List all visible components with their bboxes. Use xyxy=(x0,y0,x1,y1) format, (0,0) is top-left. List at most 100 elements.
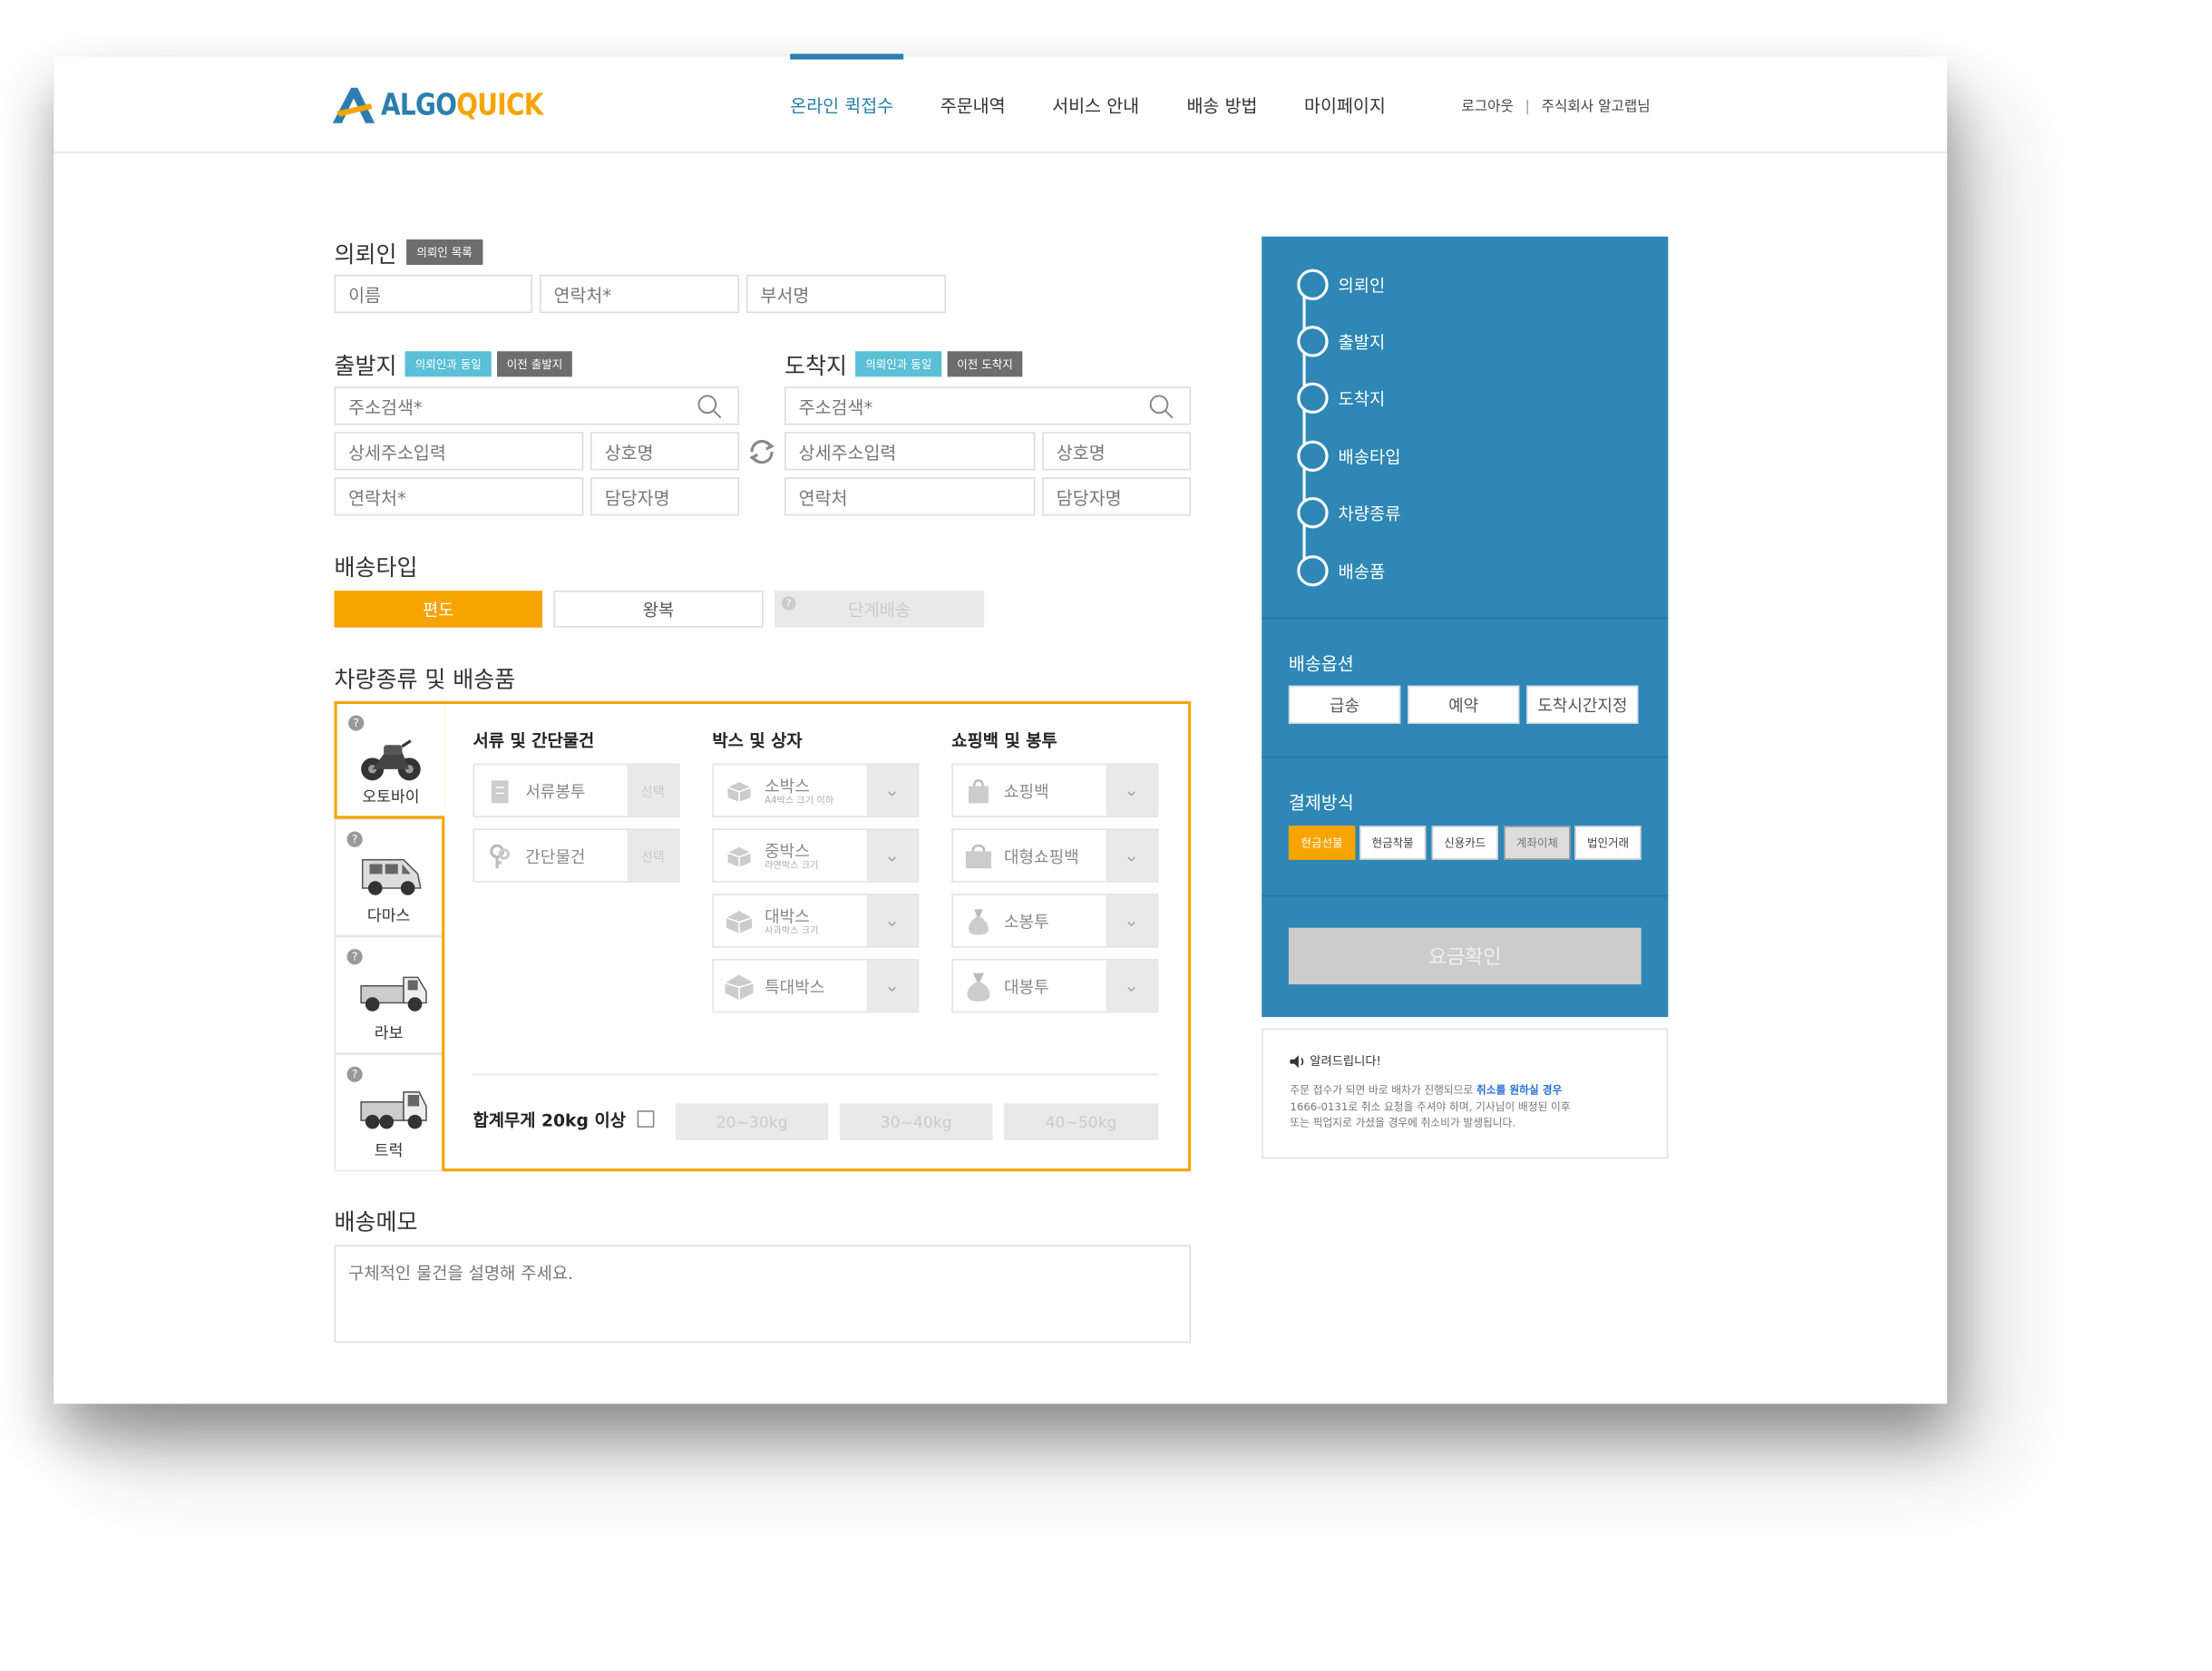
item-document-envelope[interactable]: 서류봉투 선택 xyxy=(473,763,680,817)
item-small-envelope[interactable]: 소봉투 ⌄ xyxy=(951,894,1159,948)
delivery-type-oneway[interactable]: 편도 xyxy=(334,591,543,628)
chevron-down-icon[interactable]: ⌄ xyxy=(866,960,918,1011)
dest-business-name[interactable]: 상호명 xyxy=(1042,432,1192,471)
vehicle-labo[interactable]: ? 라보 xyxy=(334,936,443,1054)
dest-contact-name[interactable]: 담당자명 xyxy=(1042,477,1192,516)
origin-search-icon[interactable] xyxy=(697,394,722,419)
memo-textarea[interactable]: 구체적인 물건을 설명해 주세요. xyxy=(334,1245,1192,1344)
dest-prev-badge[interactable]: 이전 도착지 xyxy=(947,351,1023,377)
delivery-type-multistep[interactable]: ? 단계배송 xyxy=(775,591,985,628)
payment-corporate[interactable]: 법인거래 xyxy=(1574,826,1642,860)
help-icon: ? xyxy=(348,715,365,731)
box-icon xyxy=(727,781,751,802)
divider xyxy=(1262,617,1669,620)
option-reservation[interactable]: 예약 xyxy=(1408,685,1520,724)
fee-check-button[interactable]: 요금확인 xyxy=(1288,927,1642,985)
vehicle-truck[interactable]: ? 트럭 xyxy=(334,1053,443,1172)
notice-line3: 또는 픽업지로 가셨을 경우에 취소비가 발생됩니다. xyxy=(1290,1116,1516,1129)
chevron-down-icon[interactable]: ⌄ xyxy=(1106,765,1157,816)
item-select-button[interactable]: 선택 xyxy=(627,829,678,882)
swap-icon[interactable] xyxy=(746,436,777,467)
notice-line2: 1666-0131로 취소 요청을 주셔야 하며, 기사님이 배정된 이후 xyxy=(1290,1099,1571,1113)
step-circle-icon xyxy=(1297,382,1329,414)
chevron-down-icon[interactable]: ⌄ xyxy=(866,894,918,947)
help-icon: ? xyxy=(346,831,363,847)
item-large-shopping-bag[interactable]: 대형쇼핑백 ⌄ xyxy=(951,828,1159,883)
main-content: 의뢰인 의뢰인 목록 이름 연락처* 부서명 출발지 의뢰인과 동일 이전 출발… xyxy=(54,152,1947,1404)
item-name: 소봉투 xyxy=(1004,912,1049,932)
origin-contact-name[interactable]: 담당자명 xyxy=(590,477,740,516)
dest-phone[interactable]: 연락처 xyxy=(784,477,1036,516)
weight-option-20-30[interactable]: 20~30kg xyxy=(675,1103,829,1140)
nav-online-order[interactable]: 온라인 퀵접수 xyxy=(790,91,893,118)
client-dept-input[interactable]: 부서명 xyxy=(745,274,947,314)
chevron-down-icon[interactable]: ⌄ xyxy=(1106,960,1157,1011)
step-item[interactable]: 배송품 xyxy=(1287,555,1385,587)
chevron-down-icon[interactable]: ⌄ xyxy=(1106,894,1157,947)
item-small-box[interactable]: 소박스 A4박스 크기 이하 ⌄ xyxy=(712,763,920,817)
notice-cancel-link[interactable]: 취소를 원하실 경우 xyxy=(1476,1083,1562,1096)
item-medium-box[interactable]: 중박스 라면박스 크기 ⌄ xyxy=(712,828,920,883)
weight-checkbox[interactable] xyxy=(637,1110,655,1128)
delivery-type-roundtrip[interactable]: 왕복 xyxy=(553,591,764,628)
client-phone-input[interactable]: 연락처* xyxy=(539,274,740,314)
payment-bank-transfer[interactable]: 계좌이체 xyxy=(1504,826,1571,860)
payment-cash-prepaid[interactable]: 현금선불 xyxy=(1288,826,1356,860)
step-vehicle[interactable]: 차량종류 xyxy=(1287,497,1400,529)
chevron-down-icon[interactable]: ⌄ xyxy=(866,829,918,882)
item-select-button[interactable]: 선택 xyxy=(627,765,678,816)
item-shopping-bag[interactable]: 쇼핑백 ⌄ xyxy=(951,763,1159,817)
client-name-input[interactable]: 이름 xyxy=(334,274,533,314)
step-destination[interactable]: 도착지 xyxy=(1287,382,1385,414)
nav-delivery-method[interactable]: 배송 방법 xyxy=(1186,91,1257,118)
multistep-label: 단계배송 xyxy=(848,600,911,621)
item-large-box[interactable]: 대박스 사과박스 크기 ⌄ xyxy=(712,894,920,948)
origin-business-name[interactable]: 상호명 xyxy=(590,432,740,471)
origin-detail-address[interactable]: 상세주소입력 xyxy=(334,432,584,471)
option-arrival-time[interactable]: 도착시간지정 xyxy=(1526,685,1639,724)
origin-same-badge[interactable]: 의뢰인과 동일 xyxy=(404,351,492,377)
vehicle-motorcycle[interactable]: ? 오토바이 xyxy=(334,700,445,819)
origin-heading: 출발지 의뢰인과 동일 이전 출발지 xyxy=(334,347,573,381)
nav-order-history[interactable]: 주문내역 xyxy=(940,91,1006,118)
step-circle-icon xyxy=(1297,497,1329,529)
user-name: 주식회사 알고랩님 xyxy=(1541,99,1651,115)
chevron-down-icon[interactable]: ⌄ xyxy=(866,765,918,816)
sack-icon xyxy=(968,909,989,935)
step-client[interactable]: 의뢰인 xyxy=(1287,269,1385,301)
vehicle-list: ? 오토바이 ? 다마스 ? 라보 ? 트럭 xyxy=(334,700,445,1172)
logo[interactable]: ALGOQUICK xyxy=(331,83,571,128)
logo-text-algo: ALGO xyxy=(381,87,458,122)
item-xl-box[interactable]: 특대박스 ⌄ xyxy=(712,959,920,1013)
client-list-badge[interactable]: 의뢰인 목록 xyxy=(406,239,482,265)
item-small-object[interactable]: 간단물건 선택 xyxy=(473,828,680,883)
vehicle-damas[interactable]: ? 다마스 xyxy=(334,818,443,937)
weight-option-30-40[interactable]: 30~40kg xyxy=(839,1103,993,1140)
payment-cash-cod[interactable]: 현금착불 xyxy=(1359,826,1427,860)
shopping-bag-icon xyxy=(968,779,989,804)
notice-line1: 주문 접수가 되면 바로 배차가 진행되므로 xyxy=(1290,1083,1476,1097)
origin-phone[interactable]: 연락처* xyxy=(334,477,584,516)
origin-prev-badge[interactable]: 이전 출발지 xyxy=(496,351,573,377)
payment-title: 결제방식 xyxy=(1288,791,1354,814)
item-size-hint: A4박스 크기 이하 xyxy=(765,794,834,806)
payment-credit-card[interactable]: 신용카드 xyxy=(1431,826,1498,860)
nav-service-guide[interactable]: 서비스 안내 xyxy=(1052,91,1139,118)
nav-mypage[interactable]: 마이페이지 xyxy=(1304,91,1386,118)
step-origin[interactable]: 출발지 xyxy=(1287,326,1385,357)
option-express[interactable]: 급송 xyxy=(1288,685,1401,724)
weight-option-40-50[interactable]: 40~50kg xyxy=(1004,1103,1159,1140)
item-large-envelope[interactable]: 대봉투 ⌄ xyxy=(951,959,1159,1013)
bag-items-title: 쇼핑백 및 봉투 xyxy=(951,730,1057,751)
dest-detail-address[interactable]: 상세주소입력 xyxy=(784,432,1036,471)
dest-search-icon[interactable] xyxy=(1148,394,1174,419)
chevron-down-icon[interactable]: ⌄ xyxy=(1106,829,1157,882)
order-sidebar: 의뢰인 출발지 도착지 배송타입 차량종류 배송품 배송옵션 급송 예약 도착시… xyxy=(1262,236,1669,1018)
dest-address-search[interactable]: 주소검색* xyxy=(784,386,1192,425)
logout-link[interactable]: 로그아웃 xyxy=(1461,99,1513,114)
client-heading: 의뢰인 의뢰인 목록 xyxy=(334,235,482,269)
dest-same-badge[interactable]: 의뢰인과 동일 xyxy=(855,351,942,377)
client-title: 의뢰인 xyxy=(334,240,397,269)
step-delivery-type[interactable]: 배송타입 xyxy=(1287,440,1400,472)
origin-address-search[interactable]: 주소검색* xyxy=(334,386,740,425)
